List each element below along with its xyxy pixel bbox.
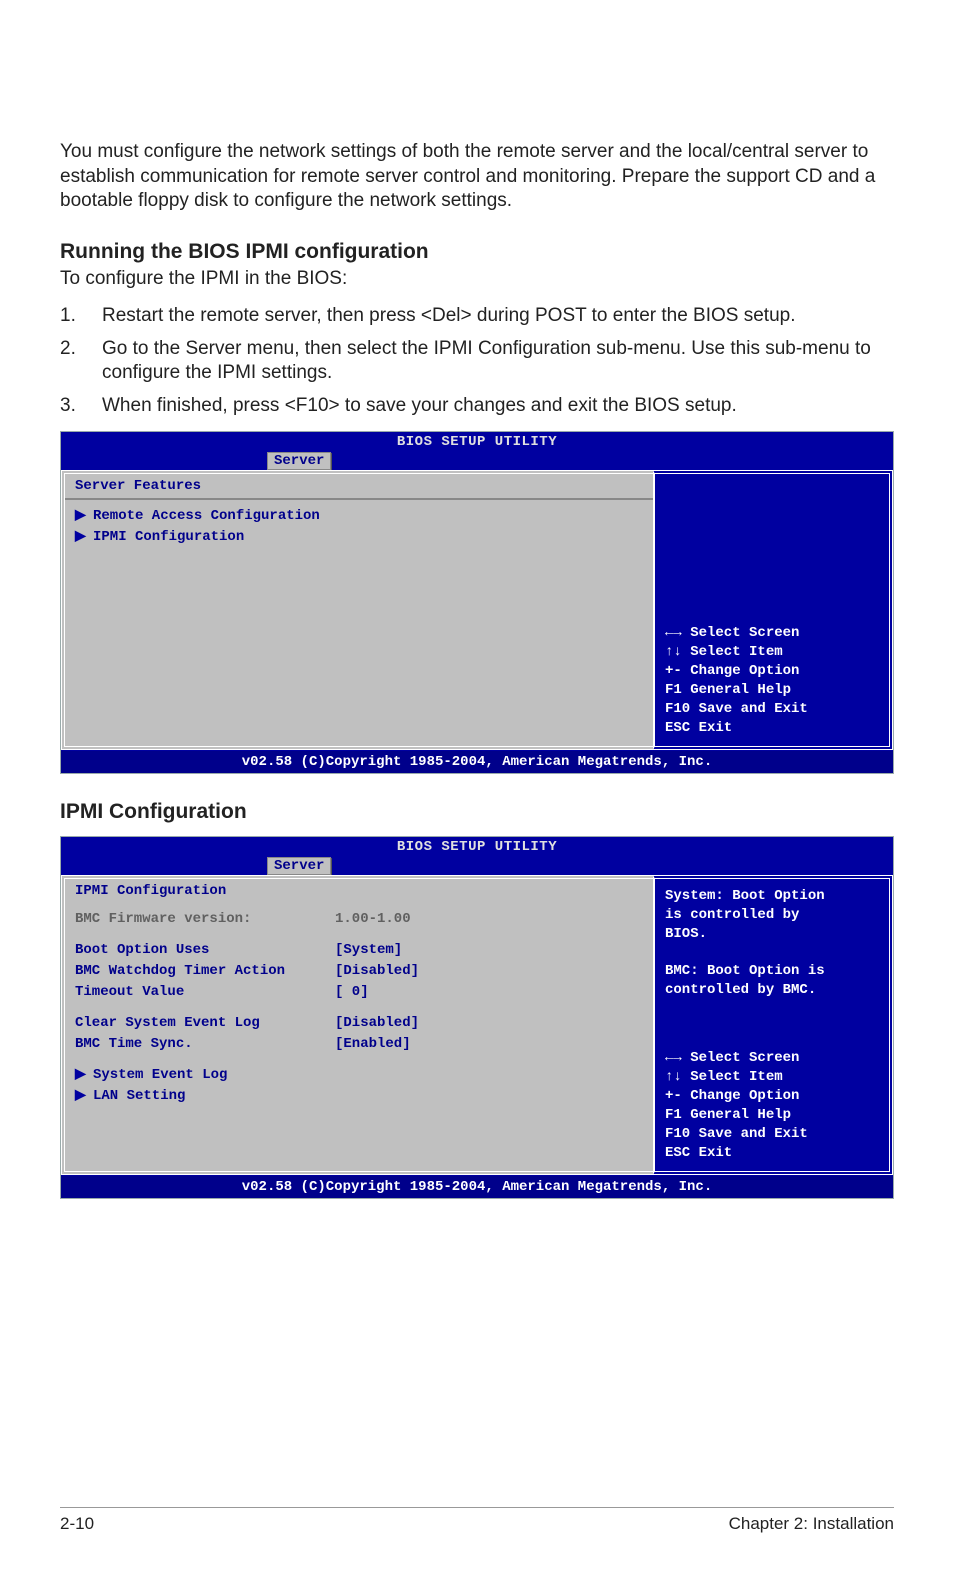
- chapter-label: Chapter 2: Installation: [729, 1514, 894, 1534]
- bios-field-value: [System]: [335, 940, 643, 961]
- bios-row-watchdog-timer[interactable]: BMC Watchdog Timer Action [Disabled]: [75, 961, 643, 982]
- bios-row-bmc-time-sync[interactable]: BMC Time Sync. [Enabled]: [75, 1034, 643, 1055]
- bios-field-value: [Enabled]: [335, 1034, 643, 1055]
- help-key-line: ←→ Select Screen: [665, 624, 879, 643]
- bios-left-panel: Server Features ▶ Remote Access Configur…: [61, 470, 653, 750]
- bios-menu-label: LAN Setting: [93, 1086, 185, 1107]
- help-text-line: System: Boot Option: [665, 887, 879, 906]
- help-text-line: controlled by BMC.: [665, 981, 879, 1000]
- bios-field-value: 1.00-1.00: [335, 909, 643, 930]
- help-key-line: F10 Save and Exit: [665, 1125, 879, 1144]
- bios-menu-ipmi-config[interactable]: ▶ IPMI Configuration: [75, 527, 643, 548]
- bios-row-boot-option-uses[interactable]: Boot Option Uses [System]: [75, 940, 643, 961]
- step-number: 3.: [60, 394, 102, 419]
- help-key-line: ←→ Select Screen: [665, 1049, 879, 1068]
- step-number: 1.: [60, 304, 102, 329]
- bios-left-panel: IPMI Configuration BMC Firmware version:…: [61, 875, 653, 1175]
- help-text-line: is controlled by: [665, 906, 879, 925]
- bios-field-label: BMC Time Sync.: [75, 1034, 335, 1055]
- bios-key-help: ←→ Select Screen ↑↓ Select Item +- Chang…: [665, 1049, 879, 1162]
- bios-help-panel: System: Boot Option is controlled by BIO…: [653, 875, 893, 1175]
- submenu-arrow-icon: ▶: [75, 527, 93, 548]
- help-key-line: ↑↓ Select Item: [665, 643, 879, 662]
- bios-section-title: IPMI Configuration: [65, 883, 653, 903]
- help-key-line: +- Change Option: [665, 662, 879, 681]
- bios-field-value: [ 0]: [335, 982, 643, 1003]
- help-key-line: F10 Save and Exit: [665, 700, 879, 719]
- bios-screenshot-server-features: BIOS SETUP UTILITY Server Server Feature…: [60, 431, 894, 774]
- bios-field-value: [Disabled]: [335, 961, 643, 982]
- bios-body: Server Features ▶ Remote Access Configur…: [61, 470, 893, 750]
- bios-menu-label: IPMI Configuration: [93, 527, 244, 548]
- intro-text: You must configure the network settings …: [60, 140, 894, 214]
- bios-row-clear-event-log[interactable]: Clear System Event Log [Disabled]: [75, 1013, 643, 1034]
- bios-field-label: Timeout Value: [75, 982, 335, 1003]
- bios-field-label: BMC Firmware version:: [75, 909, 335, 930]
- help-key-line: F1 General Help: [665, 1106, 879, 1125]
- help-text-line: BMC: Boot Option is: [665, 962, 879, 981]
- section-running-bios-heading: Running the BIOS IPMI configuration: [60, 240, 894, 264]
- bios-help-top: System: Boot Option is controlled by BIO…: [665, 887, 879, 1000]
- bios-field-label: BMC Watchdog Timer Action: [75, 961, 335, 982]
- bios-field-label: Clear System Event Log: [75, 1013, 335, 1034]
- page-footer: 2-10 Chapter 2: Installation: [60, 1507, 894, 1534]
- section-lead: To configure the IPMI in the BIOS:: [60, 268, 894, 290]
- submenu-arrow-icon: ▶: [75, 1065, 93, 1086]
- step-text: Restart the remote server, then press <D…: [102, 304, 796, 329]
- bios-row-firmware-version: BMC Firmware version: 1.00-1.00: [75, 909, 643, 930]
- bios-row-timeout-value[interactable]: Timeout Value [ 0]: [75, 982, 643, 1003]
- bios-title: BIOS SETUP UTILITY: [397, 839, 557, 855]
- step-number: 2.: [60, 337, 102, 386]
- bios-screenshot-ipmi-config: BIOS SETUP UTILITY Server IPMI Configura…: [60, 836, 894, 1199]
- page-number: 2-10: [60, 1514, 94, 1534]
- bios-topbar: BIOS SETUP UTILITY Server: [61, 432, 893, 470]
- bios-field-value: [Disabled]: [335, 1013, 643, 1034]
- bios-footer: v02.58 (C)Copyright 1985-2004, American …: [61, 1175, 893, 1198]
- bios-body: IPMI Configuration BMC Firmware version:…: [61, 875, 893, 1175]
- step-item: 1.Restart the remote server, then press …: [60, 304, 894, 329]
- step-text: Go to the Server menu, then select the I…: [102, 337, 894, 386]
- bios-submenu-lan-setting[interactable]: ▶ LAN Setting: [75, 1086, 643, 1107]
- bios-menu-label: Remote Access Configuration: [93, 506, 320, 527]
- bios-footer: v02.58 (C)Copyright 1985-2004, American …: [61, 750, 893, 773]
- help-key-line: ESC Exit: [665, 719, 879, 738]
- bios-title: BIOS SETUP UTILITY: [397, 434, 557, 450]
- submenu-arrow-icon: ▶: [75, 1086, 93, 1107]
- bios-tab-server[interactable]: Server: [267, 452, 331, 470]
- help-key-line: ↑↓ Select Item: [665, 1068, 879, 1087]
- bios-field-label: Boot Option Uses: [75, 940, 335, 961]
- bios-section-title: Server Features: [65, 478, 653, 500]
- bios-key-help: ←→ Select Screen ↑↓ Select Item +- Chang…: [665, 624, 879, 737]
- bios-menu-remote-access[interactable]: ▶ Remote Access Configuration: [75, 506, 643, 527]
- section-ipmi-config-heading: IPMI Configuration: [60, 800, 894, 824]
- help-text-line: [665, 943, 879, 962]
- help-key-line: ESC Exit: [665, 1144, 879, 1163]
- help-key-line: F1 General Help: [665, 681, 879, 700]
- step-text: When finished, press <F10> to save your …: [102, 394, 737, 419]
- bios-tab-server[interactable]: Server: [267, 857, 331, 875]
- bios-submenu-system-event-log[interactable]: ▶ System Event Log: [75, 1065, 643, 1086]
- steps-list: 1.Restart the remote server, then press …: [60, 304, 894, 419]
- step-item: 3.When finished, press <F10> to save you…: [60, 394, 894, 419]
- submenu-arrow-icon: ▶: [75, 506, 93, 527]
- help-text-line: BIOS.: [665, 925, 879, 944]
- bios-menu-label: System Event Log: [93, 1065, 227, 1086]
- help-key-line: +- Change Option: [665, 1087, 879, 1106]
- step-item: 2.Go to the Server menu, then select the…: [60, 337, 894, 386]
- bios-help-panel: ←→ Select Screen ↑↓ Select Item +- Chang…: [653, 470, 893, 750]
- bios-topbar: BIOS SETUP UTILITY Server: [61, 837, 893, 875]
